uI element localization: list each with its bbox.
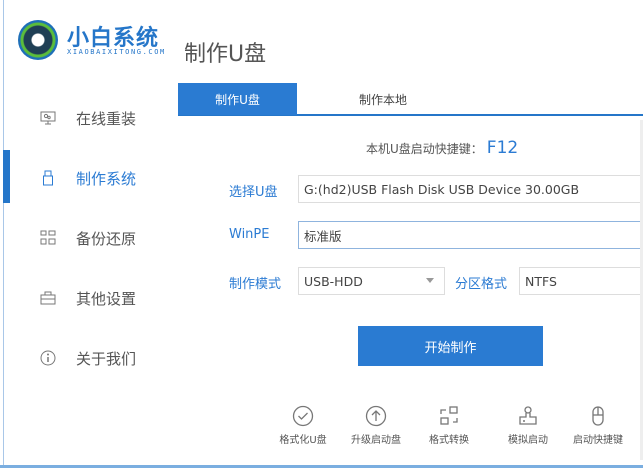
- tab-bar: 制作U盘 制作本地: [178, 83, 643, 116]
- format-usb-button[interactable]: 格式化U盘: [268, 405, 338, 446]
- boot-hotkey-button[interactable]: 启动快捷键: [563, 405, 633, 446]
- convert-icon: [440, 406, 458, 425]
- sidebar-item-backup-restore[interactable]: 备份还原: [0, 213, 170, 263]
- info-icon: [40, 350, 56, 366]
- tool-label: 格式化U盘: [279, 435, 327, 446]
- chevron-down-icon: [426, 278, 434, 283]
- hotkey-key: F12: [486, 138, 519, 158]
- tool-label: 模拟启动: [508, 435, 548, 446]
- format-convert-button[interactable]: 格式转换: [414, 405, 484, 446]
- sidebar-item-label: 关于我们: [76, 349, 137, 368]
- simulate-boot-button[interactable]: 模拟启动: [493, 405, 563, 446]
- sidebar-item-label: 其他设置: [76, 289, 137, 308]
- hotkey-label: 本机U盘启动快捷键：: [366, 142, 483, 156]
- briefcase-icon: [40, 290, 56, 306]
- brand-subtitle: XIAOBAIXITONG.COM: [67, 48, 166, 56]
- usb-select[interactable]: G:(hd2)USB Flash Disk USB Device 30.00GB: [298, 175, 643, 203]
- tool-label: 升级启动盘: [351, 435, 401, 446]
- sidebar-item-other-settings[interactable]: 其他设置: [0, 273, 170, 323]
- tool-label: 启动快捷键: [573, 435, 623, 446]
- check-circle-icon: [292, 405, 314, 427]
- sidebar-item-online-reinstall[interactable]: 在线重装: [0, 93, 170, 143]
- monitor-icon: [40, 110, 56, 126]
- tool-label: 格式转换: [429, 435, 469, 446]
- arrow-up-circle-icon: [365, 405, 387, 427]
- winpe-label: WinPE: [229, 227, 270, 242]
- sidebar-item-label: 制作系统: [76, 169, 137, 188]
- usb-label: 选择U盘: [229, 185, 278, 200]
- sidebar-item-label: 备份还原: [76, 229, 137, 248]
- sidebar-item-label: 在线重装: [76, 109, 137, 128]
- mouse-icon: [592, 406, 604, 426]
- tab-make-local[interactable]: 制作本地: [328, 83, 438, 115]
- usb-icon: [40, 170, 56, 186]
- sidebar-item-about-us[interactable]: 关于我们: [0, 333, 170, 383]
- partition-label: 分区格式: [455, 277, 508, 292]
- start-button[interactable]: 开始制作: [358, 326, 543, 366]
- page-title: 制作U盘: [184, 42, 267, 67]
- grid-icon: [40, 230, 56, 246]
- hotkey-info: 本机U盘启动快捷键： F12: [366, 138, 518, 158]
- partition-select[interactable]: NTFS: [519, 267, 643, 295]
- mode-select[interactable]: USB-HDD: [298, 267, 445, 295]
- stamp-icon: [519, 406, 537, 425]
- logo-icon: [18, 20, 58, 60]
- sidebar-item-make-system[interactable]: 制作系统: [0, 153, 170, 203]
- tab-make-usb[interactable]: 制作U盘: [178, 83, 297, 115]
- upgrade-boot-disk-button[interactable]: 升级启动盘: [341, 405, 411, 446]
- mode-value: USB-HDD: [304, 273, 363, 289]
- mode-label: 制作模式: [229, 277, 282, 292]
- winpe-select[interactable]: 标准版: [298, 221, 643, 249]
